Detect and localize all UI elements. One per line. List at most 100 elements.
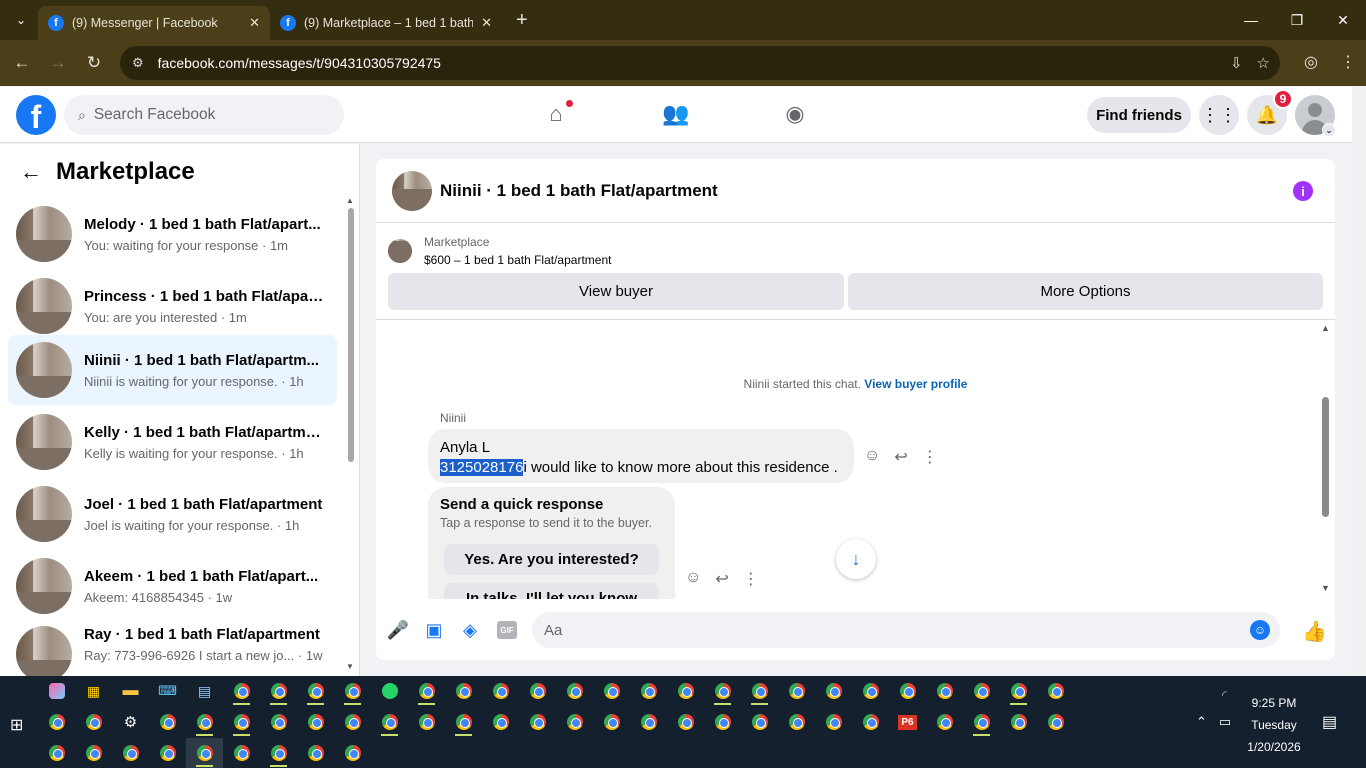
chrome-icon[interactable] bbox=[408, 676, 445, 706]
chrome-icon[interactable] bbox=[630, 707, 667, 737]
notifications-bell-icon[interactable]: 🔔 9 bbox=[1247, 89, 1293, 135]
profile-icon[interactable]: ◎ bbox=[1304, 52, 1318, 72]
attach-image-icon[interactable]: ▣ bbox=[423, 619, 445, 641]
reply-icon[interactable]: ↩ bbox=[715, 569, 728, 589]
conversation-item[interactable]: Kelly · 1 bed 1 bath Flat/apartment Kelly… bbox=[8, 407, 337, 477]
chrome-icon[interactable] bbox=[667, 707, 704, 737]
sticker-icon[interactable]: ◈ bbox=[459, 619, 481, 641]
tab-close-icon[interactable]: ✕ bbox=[249, 15, 260, 31]
chrome-icon[interactable] bbox=[38, 707, 75, 737]
restore-button[interactable]: ❐ bbox=[1274, 12, 1320, 29]
notepad-icon[interactable]: ▤ bbox=[186, 676, 223, 706]
chrome-icon[interactable] bbox=[593, 707, 630, 737]
chrome-icon[interactable] bbox=[630, 676, 667, 706]
browser-menu-icon[interactable]: ⋮ bbox=[1340, 52, 1356, 72]
chrome-icon[interactable] bbox=[815, 676, 852, 706]
reply-icon[interactable]: ↩ bbox=[894, 447, 907, 467]
chrome-icon[interactable] bbox=[519, 676, 556, 706]
chrome-icon[interactable] bbox=[926, 707, 963, 737]
find-friends-button[interactable]: Find friends bbox=[1087, 97, 1191, 133]
conversation-item[interactable]: Joel · 1 bed 1 bath Flat/apartment Joel i… bbox=[8, 479, 337, 549]
chrome-icon[interactable] bbox=[556, 707, 593, 737]
chrome-icon[interactable] bbox=[889, 676, 926, 706]
chrome-icon[interactable] bbox=[1037, 676, 1074, 706]
scrollbar-thumb[interactable] bbox=[348, 208, 354, 462]
conversation-item[interactable]: Princess · 1 bed 1 bath Flat/apart... You… bbox=[8, 271, 337, 341]
back-arrow-icon[interactable]: ← bbox=[20, 159, 42, 185]
chrome-icon[interactable] bbox=[149, 738, 186, 768]
tab-close-icon[interactable]: ✕ bbox=[481, 15, 492, 31]
chat-listing-thumbnail[interactable] bbox=[392, 170, 432, 211]
copilot-icon[interactable] bbox=[38, 676, 75, 706]
chrome-icon[interactable] bbox=[149, 707, 186, 737]
url-bar[interactable]: ⚙ facebook.com/messages/t/90431030579247… bbox=[120, 46, 1280, 80]
conversation-item[interactable]: Ray · 1 bed 1 bath Flat/apartment Ray: 77… bbox=[8, 616, 337, 676]
conversation-item[interactable]: Melody · 1 bed 1 bath Flat/apart... You: … bbox=[8, 199, 337, 269]
marketplace-listing-info[interactable]: Marketplace $600 – 1 bed 1 bath Flat/apa… bbox=[388, 235, 611, 267]
chrome-icon[interactable] bbox=[1037, 707, 1074, 737]
scrollbar-thumb[interactable] bbox=[1322, 397, 1329, 517]
forward-arrow-icon[interactable]: → bbox=[40, 53, 76, 73]
notification-center-icon[interactable]: ▤ bbox=[1322, 712, 1337, 732]
scroll-down-icon[interactable]: ▼ bbox=[346, 662, 354, 671]
chat-title[interactable]: Niinii · 1 bed 1 bath Flat/apartment bbox=[440, 181, 718, 201]
tab-messenger[interactable]: f (9) Messenger | Facebook ✕ bbox=[38, 6, 270, 40]
show-hidden-icons-chevron-icon[interactable]: ⌃ bbox=[1196, 714, 1207, 730]
friends-icon[interactable]: 👥 bbox=[662, 101, 690, 129]
search-input[interactable]: ⌕ Search Facebook bbox=[64, 95, 344, 135]
quick-reply-in-talks-button[interactable]: In talks, I'll let you know bbox=[444, 583, 659, 599]
thumbs-up-icon[interactable]: 👍 bbox=[1302, 619, 1327, 644]
more-options-button[interactable]: More Options bbox=[848, 273, 1323, 310]
info-icon[interactable]: i bbox=[1293, 181, 1313, 201]
incoming-message-bubble[interactable]: Anyla L 3125028176i would like to know m… bbox=[428, 429, 854, 483]
chrome-icon[interactable] bbox=[815, 707, 852, 737]
react-emoji-icon[interactable]: ☺ bbox=[685, 569, 701, 589]
chrome-icon[interactable] bbox=[519, 707, 556, 737]
menu-grid-icon[interactable]: ⋮⋮ bbox=[1199, 95, 1239, 135]
chrome-icon[interactable] bbox=[482, 707, 519, 737]
chrome-icon[interactable] bbox=[704, 676, 741, 706]
scroll-to-bottom-arrow-icon[interactable]: ↓ bbox=[836, 539, 876, 579]
groups-icon[interactable]: ◉ bbox=[781, 101, 809, 129]
close-window-button[interactable]: ✕ bbox=[1320, 12, 1366, 29]
minimize-button[interactable]: — bbox=[1228, 12, 1274, 28]
chrome-icon[interactable] bbox=[556, 676, 593, 706]
sidebar-scrollbar[interactable]: ▲ ▼ bbox=[346, 194, 356, 674]
chrome-icon[interactable] bbox=[963, 707, 1000, 737]
more-actions-icon[interactable]: ⋮ bbox=[743, 569, 759, 589]
account-chevron-icon[interactable]: ⌄ bbox=[1322, 123, 1336, 137]
microphone-icon[interactable]: 🎤 bbox=[387, 619, 409, 641]
chrome-icon[interactable] bbox=[297, 738, 334, 768]
chrome-icon[interactable] bbox=[1000, 707, 1037, 737]
scroll-down-icon[interactable]: ▼ bbox=[1321, 583, 1330, 593]
wifi-icon[interactable]: ◜ bbox=[1222, 688, 1227, 702]
chrome-icon[interactable] bbox=[778, 707, 815, 737]
chrome-icon[interactable] bbox=[260, 738, 297, 768]
chrome-icon[interactable] bbox=[223, 738, 260, 768]
scroll-up-icon[interactable]: ▲ bbox=[346, 196, 354, 205]
install-app-icon[interactable]: ⇩ bbox=[1230, 54, 1243, 72]
reload-icon[interactable]: ↻ bbox=[76, 53, 112, 73]
chrome-icon-active[interactable] bbox=[186, 738, 223, 768]
back-arrow-icon[interactable]: ← bbox=[4, 53, 40, 73]
chrome-icon[interactable] bbox=[75, 707, 112, 737]
chrome-icon[interactable] bbox=[482, 676, 519, 706]
chrome-icon[interactable] bbox=[741, 707, 778, 737]
windows-start-icon[interactable]: ⊞ bbox=[10, 715, 23, 735]
chrome-icon[interactable] bbox=[593, 676, 630, 706]
chat-scrollbar[interactable]: ▲ ▼ bbox=[1320, 321, 1332, 599]
quick-reply-interested-button[interactable]: Yes. Are you interested? bbox=[444, 544, 659, 575]
chrome-icon[interactable] bbox=[926, 676, 963, 706]
chrome-icon[interactable] bbox=[260, 676, 297, 706]
chrome-icon[interactable] bbox=[408, 707, 445, 737]
file-explorer-icon[interactable]: ▬ bbox=[112, 676, 149, 706]
chrome-icon[interactable] bbox=[223, 676, 260, 706]
network-battery-icon[interactable]: ▭ bbox=[1219, 714, 1231, 730]
conversation-item[interactable]: Akeem · 1 bed 1 bath Flat/apart... Akeem:… bbox=[8, 551, 337, 621]
chrome-icon[interactable] bbox=[667, 676, 704, 706]
emoji-icon[interactable]: ☺ bbox=[1250, 620, 1270, 640]
whatsapp-icon[interactable] bbox=[371, 676, 408, 706]
chrome-icon[interactable] bbox=[704, 707, 741, 737]
view-buyer-profile-link[interactable]: View buyer profile bbox=[864, 377, 967, 391]
chrome-icon[interactable] bbox=[778, 676, 815, 706]
